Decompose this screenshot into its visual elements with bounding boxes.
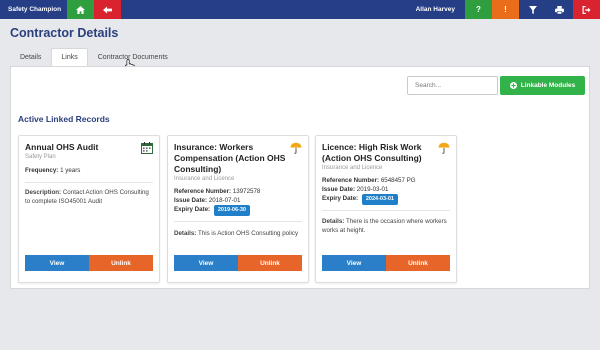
expiry-date-row: Expiry Date: 2024-03-01 xyxy=(322,194,398,205)
search-input[interactable] xyxy=(407,76,498,95)
filter-button[interactable] xyxy=(519,0,546,19)
card-divider xyxy=(174,221,302,222)
issue-date-value: 2019-03-01 xyxy=(356,186,389,193)
card-title[interactable]: Annual OHS Audit xyxy=(25,142,137,153)
description-row: Description: Contact Action OHS Consulti… xyxy=(25,188,153,206)
view-button[interactable]: View xyxy=(25,255,89,271)
plus-icon xyxy=(509,82,517,89)
help-button[interactable]: ? xyxy=(465,0,492,19)
linkable-modules-button[interactable]: Linkable Modules xyxy=(500,76,585,95)
description-label: Description: xyxy=(25,189,62,196)
reference-row: Reference Number: 13972578 xyxy=(174,187,260,196)
issue-date-row: Issue Date: 2019-03-01 xyxy=(322,185,388,194)
page-title: Contractor Details xyxy=(10,26,119,40)
reference-label: Reference Number: xyxy=(322,177,380,184)
tab-bar: Details Links Contractor Documents xyxy=(10,48,178,66)
print-icon xyxy=(555,5,564,14)
brand-name[interactable]: Safety Champion xyxy=(0,0,67,19)
frequency-label: Frequency: xyxy=(25,167,59,174)
alert-icon: ! xyxy=(504,5,507,14)
card-subtitle: Safety Plan xyxy=(25,154,56,160)
user-name[interactable]: Allan Harvey xyxy=(416,6,465,13)
issue-date-label: Issue Date: xyxy=(174,197,208,204)
section-title: Active Linked Records xyxy=(18,114,110,124)
help-icon: ? xyxy=(476,5,481,14)
card-actions: View Unlink xyxy=(174,255,302,271)
issue-date-value: 2018-07-01 xyxy=(208,197,241,204)
card-actions: View Unlink xyxy=(25,255,153,271)
details-label: Details: xyxy=(322,218,345,225)
back-button[interactable] xyxy=(94,0,122,19)
tab-details[interactable]: Details xyxy=(10,48,51,66)
view-button[interactable]: View xyxy=(322,255,386,271)
expiry-date-label: Expiry Date: xyxy=(322,195,359,202)
details-value: This is Action OHS Consulting policy xyxy=(197,230,299,237)
back-arrow-icon xyxy=(103,5,113,14)
view-button[interactable]: View xyxy=(174,255,238,271)
alerts-button[interactable]: ! xyxy=(492,0,519,19)
frequency-row: Frequency: 1 years xyxy=(25,166,80,175)
home-button[interactable] xyxy=(67,0,95,19)
reference-value: 13972578 xyxy=(232,188,261,195)
details-row: Details: There is the occasion where wor… xyxy=(322,217,450,235)
calendar-icon xyxy=(141,142,153,154)
unlink-button[interactable]: Unlink xyxy=(238,255,302,271)
card-title[interactable]: Licence: High Risk Work (Action OHS Cons… xyxy=(322,142,434,164)
filter-icon xyxy=(528,5,537,14)
issue-date-row: Issue Date: 2018-07-01 xyxy=(174,196,240,205)
linked-record-card: Annual OHS Audit Safety Plan Frequency: … xyxy=(18,135,160,283)
reference-value: 6548457 PG xyxy=(380,177,416,184)
details-label: Details: xyxy=(174,230,197,237)
umbrella-icon xyxy=(290,142,302,154)
logout-icon xyxy=(582,5,591,14)
print-button[interactable] xyxy=(546,0,573,19)
home-icon xyxy=(76,5,86,14)
card-actions: View Unlink xyxy=(322,255,450,271)
card-subtitle: Insurance and Licence xyxy=(322,165,383,171)
logout-button[interactable] xyxy=(573,0,600,19)
tab-links[interactable]: Links xyxy=(51,48,88,66)
frequency-value: 1 years xyxy=(60,167,81,174)
umbrella-icon xyxy=(438,142,450,154)
issue-date-label: Issue Date: xyxy=(322,186,356,193)
reference-row: Reference Number: 6548457 PG xyxy=(322,176,416,185)
card-title[interactable]: Insurance: Workers Compensation (Action … xyxy=(174,142,286,175)
reference-label: Reference Number: xyxy=(174,188,232,195)
card-divider xyxy=(25,182,153,183)
expiry-date-badge: 2019-06-30 xyxy=(213,205,250,216)
expiry-date-badge: 2024-03-01 xyxy=(361,194,398,205)
unlink-button[interactable]: Unlink xyxy=(89,255,153,271)
card-divider xyxy=(322,210,450,211)
top-navbar: Safety Champion Allan Harvey ? ! xyxy=(0,0,600,19)
card-subtitle: Insurance and Licence xyxy=(174,176,235,182)
unlink-button[interactable]: Unlink xyxy=(386,255,450,271)
linked-record-card: Insurance: Workers Compensation (Action … xyxy=(167,135,309,283)
linkable-modules-label: Linkable Modules xyxy=(520,82,576,89)
links-panel: Linkable Modules Active Linked Records A… xyxy=(10,66,590,289)
linked-record-card: Licence: High Risk Work (Action OHS Cons… xyxy=(315,135,457,283)
expiry-date-row: Expiry Date: 2019-06-30 xyxy=(174,205,250,216)
expiry-date-label: Expiry Date: xyxy=(174,206,211,213)
details-row: Details: This is Action OHS Consulting p… xyxy=(174,229,302,238)
